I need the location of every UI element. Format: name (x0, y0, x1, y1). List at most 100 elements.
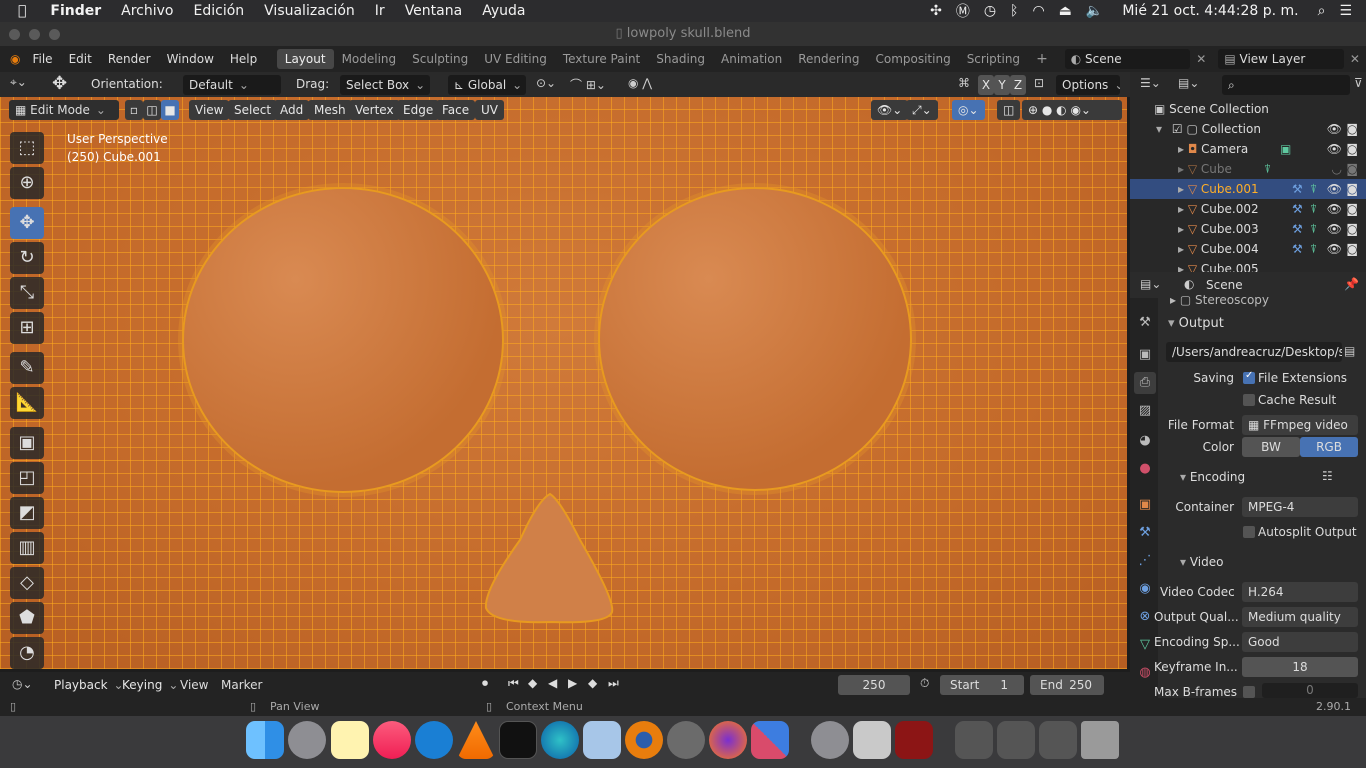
eye-icon[interactable]: 👁 (1327, 139, 1342, 159)
encoding-panel-header[interactable]: ▾ Encoding (1180, 470, 1245, 484)
camera-render-icon[interactable]: ◙ (1346, 119, 1358, 139)
malwarebytes-icon[interactable]: Ⓜ (949, 1, 977, 21)
color-rgb-button[interactable]: RGB (1300, 437, 1358, 457)
extrude-icon[interactable]: ▣ (10, 427, 44, 459)
current-frame-field[interactable]: 250 (838, 675, 910, 695)
menu-render[interactable]: Render (100, 52, 159, 66)
video-codec-dropdown[interactable]: H.264 (1242, 582, 1358, 602)
pin-icon[interactable]: 📌 (1344, 277, 1359, 291)
edge-select-toggle[interactable]: ◫ (143, 100, 161, 120)
documents-stack-icon[interactable] (997, 721, 1035, 759)
tab-compositing[interactable]: Compositing (867, 49, 958, 69)
output-path-input[interactable]: /Users/andreacruz/Desktop/sku... (1166, 342, 1342, 362)
start-frame-field[interactable]: Start 1 (940, 675, 1024, 695)
outliner-row-cube-001[interactable]: ▸ ▽ Cube.001 ⚒ ⍒ 👁 ◙ (1130, 179, 1366, 199)
keying-menu[interactable]: Keying (116, 675, 184, 695)
eye-icon[interactable]: 👁 (1327, 179, 1342, 199)
tab-sculpting[interactable]: Sculpting (404, 49, 476, 69)
menu-window[interactable]: Window (159, 52, 222, 66)
viewport-menu-mesh[interactable]: Mesh (308, 100, 352, 120)
clock[interactable]: Mié 21 oct. 4:44:28 p. m. (1110, 3, 1310, 19)
tab-texture-paint[interactable]: Texture Paint (555, 49, 648, 69)
close-view-layer-icon[interactable]: ✕ (1344, 52, 1366, 66)
viewport-menu-add[interactable]: Add (274, 100, 310, 120)
notification-center-icon[interactable]: ☰ (1332, 3, 1366, 19)
outliner-row-cube-005[interactable]: ▸ ▽ Cube.005 (1130, 259, 1366, 272)
end-frame-field[interactable]: End 250 (1030, 675, 1104, 695)
scene-selector[interactable]: ◐ Scene (1064, 49, 1191, 69)
tab-scripting[interactable]: Scripting (959, 49, 1028, 69)
time-machine-icon[interactable]: ◷ (977, 3, 1003, 19)
video-panel-header[interactable]: ▾ Video (1180, 555, 1223, 569)
mirror-x-toggle[interactable]: X (978, 75, 994, 95)
viewport-menu-vertex[interactable]: Vertex (349, 100, 400, 120)
music-icon[interactable] (373, 721, 411, 759)
viewport-menu-uv[interactable]: UV (475, 100, 504, 120)
blender-logo-icon[interactable]: ◉ (0, 52, 24, 66)
output-quality-dropdown[interactable]: Medium quality (1242, 607, 1358, 627)
bluetooth-icon[interactable]: ᛒ (1003, 3, 1025, 19)
tab-uv-editing[interactable]: UV Editing (476, 49, 555, 69)
camera-render-icon[interactable]: ◙ (1346, 139, 1358, 159)
camera-render-icon[interactable]: ◙ (1346, 159, 1358, 179)
camera-render-icon[interactable]: ◙ (1346, 219, 1358, 239)
bevel-icon[interactable]: ◩ (10, 497, 44, 529)
finder-icon[interactable] (246, 721, 284, 759)
outliner-display-icon[interactable]: ▤⌄ (1178, 76, 1199, 90)
poly-build-icon[interactable]: ⬟ (10, 602, 44, 634)
play-icon[interactable]: ▶ (568, 676, 577, 690)
menu-help[interactable]: Help (222, 52, 265, 66)
viewport-menu-view[interactable]: View (189, 100, 230, 120)
add-workspace-button[interactable]: + (1028, 49, 1056, 69)
rotate-icon[interactable]: ↻ (10, 242, 44, 274)
outliner-search-input[interactable]: ⌕ (1222, 75, 1350, 95)
apple-icon[interactable]:  (0, 0, 40, 22)
knife-icon[interactable]: ◇ (10, 567, 44, 599)
timeline-marker-menu[interactable]: Marker (221, 678, 262, 692)
eject-icon[interactable]: ⏏ (1052, 3, 1079, 19)
output-panel-header[interactable]: ▾ Output (1168, 316, 1224, 331)
eye-icon[interactable]: 👁 (1327, 219, 1342, 239)
jump-end-icon[interactable]: ⏭ (608, 676, 619, 691)
outliner-row-camera[interactable]: ▸ ◘ Camera ▣ 👁 ◙ (1130, 139, 1366, 159)
zoom-window-button[interactable] (49, 29, 60, 40)
view-layer-tab-icon[interactable]: ▨ (1134, 400, 1156, 422)
tab-shading[interactable]: Shading (648, 49, 713, 69)
move-icon[interactable]: ✥ (10, 207, 44, 239)
encoding-speed-dropdown[interactable]: Good (1242, 632, 1358, 652)
inset-icon[interactable]: ◰ (10, 462, 44, 494)
transform-orientation-dropdown[interactable]: ⊾ Global (448, 75, 526, 95)
eye-icon[interactable]: 👁 (1327, 199, 1342, 219)
timeline-view-menu[interactable]: View (180, 678, 208, 692)
container-dropdown[interactable]: MPEG-4 (1242, 497, 1358, 517)
outliner-type-icon[interactable]: ☰⌄ (1140, 76, 1161, 90)
scale-icon[interactable]: ⤡ (10, 277, 44, 309)
gimp-icon[interactable] (667, 721, 705, 759)
xray-toggle[interactable]: ◫ (997, 100, 1021, 120)
tools-icon[interactable]: ✣ (923, 3, 949, 19)
eye-closed-icon[interactable]: ◡ (1332, 159, 1342, 179)
minimize-window-button[interactable] (29, 29, 40, 40)
menu-archivo[interactable]: Archivo (111, 0, 183, 22)
vlc-icon[interactable] (457, 721, 495, 759)
camera-render-icon[interactable]: ◙ (1346, 199, 1358, 219)
mirror-y-toggle[interactable]: Y (994, 75, 1010, 95)
presets-list-icon[interactable]: ☷ (1322, 469, 1333, 483)
keyframe-field[interactable]: 18 (1242, 657, 1358, 677)
preview-icon[interactable] (583, 721, 621, 759)
play-reverse-icon[interactable]: ◀ (548, 676, 557, 690)
material-tab-icon[interactable]: ◍ (1134, 662, 1156, 684)
system-preferences-icon[interactable] (811, 721, 849, 759)
tab-modeling[interactable]: Modeling (334, 49, 405, 69)
folder-icon[interactable]: ▤ (1344, 344, 1355, 358)
viewport-menu-edge[interactable]: Edge (397, 100, 440, 120)
face-select-toggle[interactable]: ■ (161, 100, 179, 120)
wifi-icon[interactable]: ◠ (1025, 3, 1051, 19)
disk-utility-icon[interactable] (853, 721, 891, 759)
prev-keyframe-icon[interactable]: ◆ (528, 676, 537, 690)
proportional-edit-icon[interactable]: ◉ ⋀ (628, 76, 652, 90)
max-bframes-checkbox[interactable] (1243, 686, 1255, 698)
firefox-icon[interactable] (709, 721, 747, 759)
mirror-z-toggle[interactable]: Z (1010, 75, 1026, 95)
tab-animation[interactable]: Animation (713, 49, 790, 69)
